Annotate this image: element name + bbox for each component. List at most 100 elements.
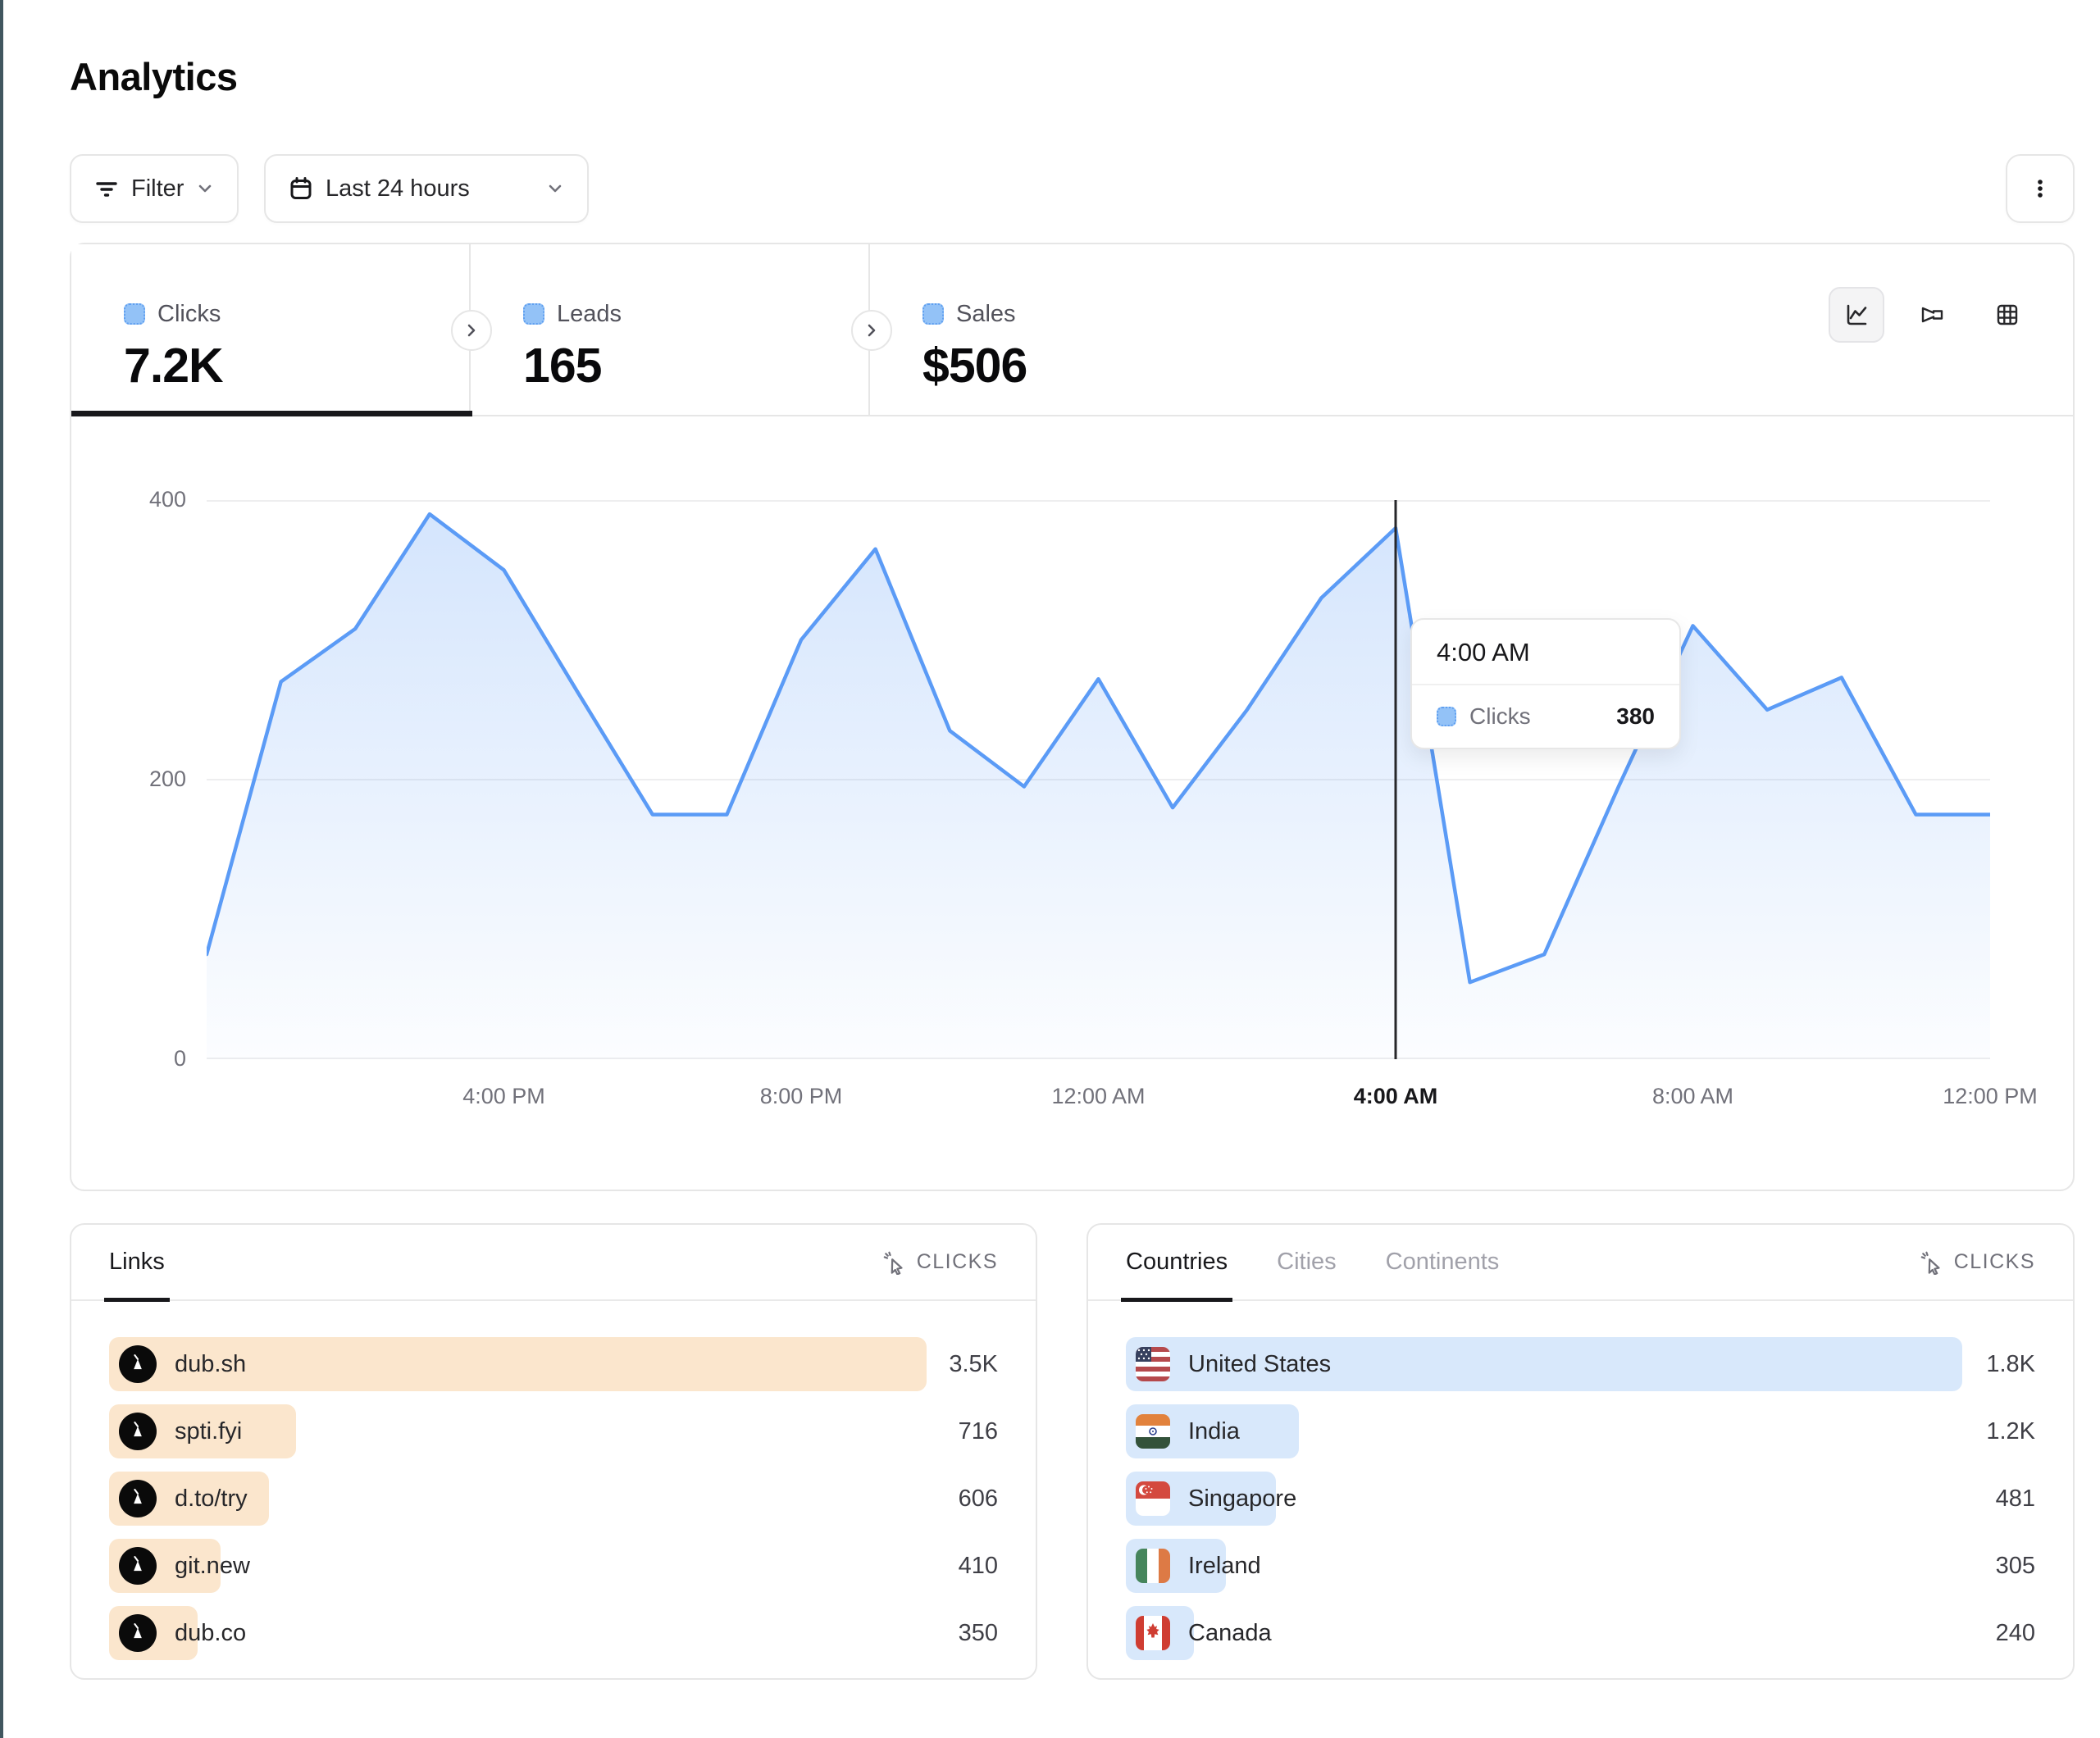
- dub-logo-icon: [126, 1554, 149, 1577]
- dub-logo-icon: [126, 1420, 149, 1443]
- chart-tooltip: 4:00 AM Clicks 380: [1410, 618, 1681, 749]
- stat-legend-square: [523, 303, 544, 325]
- filter-button[interactable]: Filter: [70, 154, 239, 223]
- active-tab-underline: [1121, 1298, 1232, 1302]
- tooltip-series-label: Clicks: [1469, 703, 1531, 730]
- list-item-git-new[interactable]: git.new 410: [109, 1539, 998, 1593]
- x-axis-tick-label: 4:00 AM: [1354, 1084, 1438, 1109]
- y-axis-tick-label: 0: [96, 1046, 186, 1071]
- x-axis-tick-label: 4:00 PM: [462, 1084, 545, 1109]
- stat-legend-square: [922, 303, 944, 325]
- clicks-legend-square: [1437, 707, 1456, 726]
- links-panel: Links CLICKS dub.sh3.5K spti.fyi 716 d.to/t…: [70, 1223, 1037, 1680]
- geo-metric-label: CLICKS: [1954, 1250, 2035, 1274]
- tooltip-value: 380: [1616, 703, 1655, 730]
- date-range-button[interactable]: Last 24 hours: [264, 154, 589, 223]
- table-view-button[interactable]: [1979, 287, 2035, 343]
- area-fill: [207, 514, 1990, 1059]
- funnel-view-icon: [1918, 301, 1946, 329]
- row-value: 1.8K: [1986, 1351, 2035, 1378]
- active-tab-underline: [104, 1298, 170, 1302]
- stats-header: Clicks7.2KLeads165 Sales $506: [71, 244, 2073, 416]
- row-value: 305: [1996, 1553, 2035, 1580]
- cursor-click-icon: [882, 1250, 907, 1275]
- stat-tab-sales[interactable]: Sales $506: [870, 244, 1269, 415]
- tab-continents[interactable]: Continents: [1386, 1224, 1500, 1300]
- row-label: dub.co: [175, 1620, 246, 1647]
- more-options-button[interactable]: [2006, 154, 2075, 223]
- row-label: India: [1188, 1418, 1240, 1445]
- x-axis-tick-label: 8:00 PM: [760, 1084, 843, 1109]
- stat-value: 165: [523, 338, 868, 394]
- row-label: Ireland: [1188, 1553, 1261, 1580]
- geo-panel-header: Countries Cities Continents CLICKS: [1088, 1225, 2073, 1301]
- list-item-singapore[interactable]: Singapore 481: [1126, 1472, 2035, 1526]
- x-axis-tick-label: 12:00 PM: [1943, 1084, 2038, 1109]
- dub-logo-icon: [126, 1622, 149, 1645]
- row-value: 606: [959, 1485, 998, 1513]
- tab-label: Continents: [1386, 1249, 1500, 1276]
- row-value: 410: [959, 1553, 998, 1580]
- y-axis-tick-label: 400: [96, 487, 186, 512]
- list-item-dub-sh[interactable]: dub.sh3.5K: [109, 1337, 998, 1391]
- line-chart-view-button[interactable]: [1829, 287, 1884, 343]
- links-metric-selector[interactable]: CLICKS: [882, 1250, 998, 1275]
- stat-value: 7.2K: [124, 338, 469, 394]
- stat-expand-chevron-button[interactable]: [451, 310, 492, 351]
- x-axis-tick-label: 8:00 AM: [1652, 1084, 1733, 1109]
- list-item-d-to-try[interactable]: d.to/try 606: [109, 1472, 998, 1526]
- us-flag-icon: [1136, 1347, 1170, 1381]
- ie-flag-icon: [1136, 1549, 1170, 1583]
- geo-panel: Countries Cities Continents CLICKS United …: [1086, 1223, 2075, 1680]
- chevron-right-icon: [861, 320, 882, 341]
- links-panel-header: Links CLICKS: [71, 1225, 1036, 1301]
- stat-legend-square: [124, 303, 145, 325]
- ca-flag-icon: [1136, 1616, 1170, 1650]
- list-item-spti-fyi[interactable]: spti.fyi 716: [109, 1404, 998, 1458]
- date-range-label: Last 24 hours: [326, 175, 470, 202]
- stat-tab-clicks[interactable]: Clicks7.2K: [71, 244, 471, 415]
- row-label: Canada: [1188, 1620, 1272, 1647]
- row-label: spti.fyi: [175, 1418, 242, 1445]
- list-item-united-states[interactable]: United States 1.8K: [1126, 1337, 2035, 1391]
- link-favicon: [119, 1614, 157, 1652]
- geo-metric-selector[interactable]: CLICKS: [1920, 1250, 2035, 1275]
- tab-label: Cities: [1277, 1249, 1337, 1276]
- row-value: 350: [959, 1620, 998, 1647]
- stat-label: Sales: [956, 301, 1016, 328]
- row-label: Singapore: [1188, 1485, 1296, 1513]
- links-metric-label: CLICKS: [917, 1250, 998, 1274]
- table-view-icon: [1993, 301, 2021, 329]
- row-label: git.new: [175, 1553, 250, 1580]
- x-axis-tick-label: 12:00 AM: [1051, 1084, 1145, 1109]
- row-label: United States: [1188, 1351, 1331, 1378]
- list-item-dub-co[interactable]: dub.co 350: [109, 1606, 998, 1660]
- chevron-down-icon: [196, 180, 214, 198]
- list-item-ireland[interactable]: Ireland 305: [1126, 1539, 2035, 1593]
- list-item-india[interactable]: India1.2K: [1126, 1404, 2035, 1458]
- tab-countries[interactable]: Countries: [1126, 1224, 1228, 1300]
- tab-cities[interactable]: Cities: [1277, 1224, 1337, 1300]
- chart-view-toggles: [1829, 287, 2035, 343]
- filter-label: Filter: [131, 175, 184, 202]
- clicks-area-chart[interactable]: [207, 500, 1990, 1059]
- funnel-view-button[interactable]: [1904, 287, 1960, 343]
- list-item-canada[interactable]: Canada 240: [1126, 1606, 2035, 1660]
- active-stat-underline: [71, 411, 472, 416]
- cursor-click-icon: [1920, 1250, 1944, 1275]
- tab-links[interactable]: Links: [109, 1224, 165, 1300]
- row-value: 716: [959, 1418, 998, 1445]
- kebab-icon: [2027, 175, 2053, 202]
- stat-expand-chevron-button[interactable]: [851, 310, 892, 351]
- row-value: 481: [1996, 1485, 2035, 1513]
- row-label: d.to/try: [175, 1485, 248, 1513]
- chevron-down-icon: [546, 180, 564, 198]
- sg-flag-icon: [1136, 1481, 1170, 1516]
- row-label: dub.sh: [175, 1351, 246, 1378]
- stat-value: $506: [922, 338, 1269, 394]
- geo-tabs: Countries Cities Continents: [1126, 1224, 1499, 1300]
- clicks-chart[interactable]: 4:00 AM Clicks 380 02004004:00 PM8:00 PM…: [71, 418, 2073, 1190]
- stat-tab-leads[interactable]: Leads165: [471, 244, 870, 415]
- page-title: Analytics: [70, 54, 237, 99]
- row-value: 240: [1996, 1620, 2035, 1647]
